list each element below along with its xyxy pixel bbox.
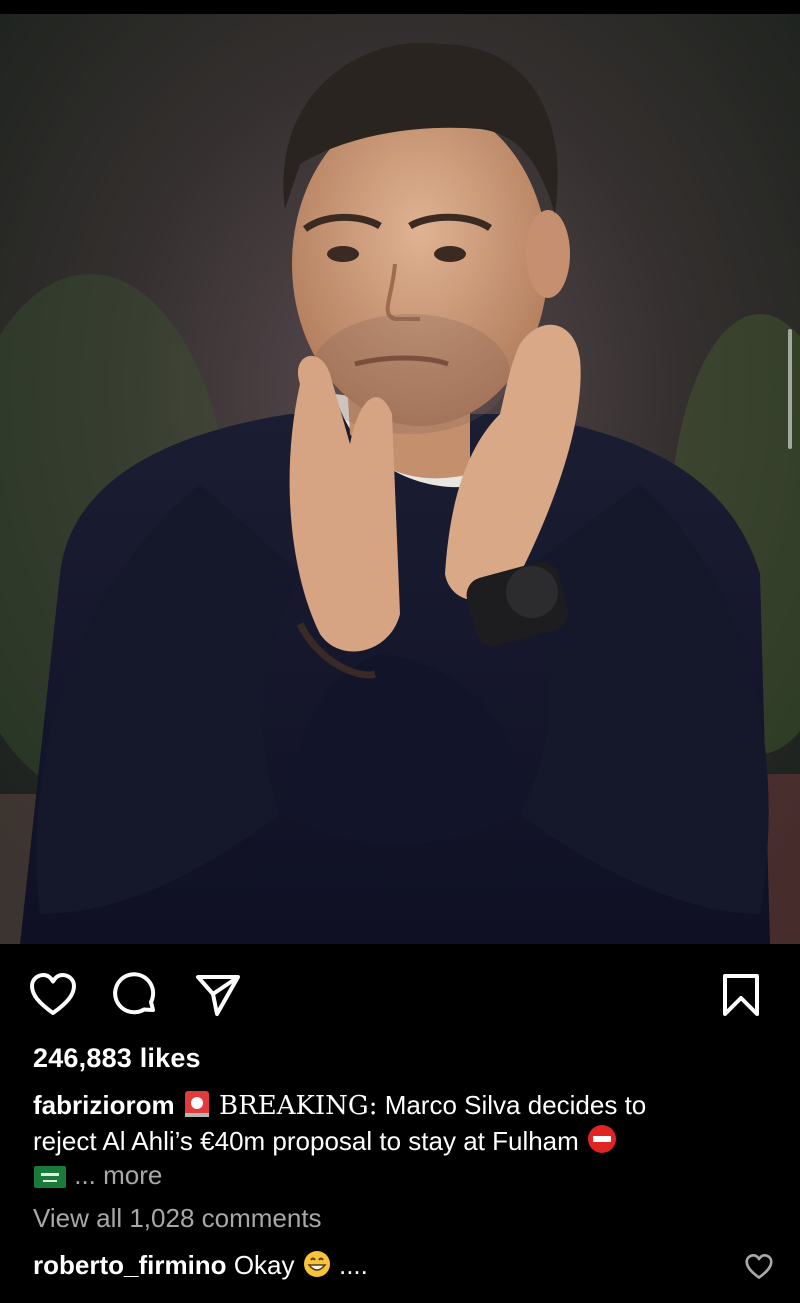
comment-heart-icon (745, 1254, 773, 1279)
next-comment-cutoff (33, 1296, 553, 1303)
post-image[interactable] (0, 14, 800, 944)
like-button[interactable] (28, 970, 78, 1020)
bookmark-icon (723, 974, 759, 1016)
post-action-bar (0, 944, 800, 1040)
heart-icon (30, 973, 76, 1015)
caption-username[interactable]: fabriziorom (33, 1090, 175, 1120)
no-entry-emoji (588, 1125, 617, 1153)
share-icon (196, 975, 240, 1016)
comment-row: roberto_firmino Okay .... (33, 1249, 368, 1281)
likes-count[interactable]: 246,883 likes (33, 1043, 201, 1074)
status-bar-edge (0, 0, 800, 14)
view-all-comments-link[interactable]: View all 1,028 comments (33, 1203, 322, 1234)
share-button[interactable] (193, 970, 243, 1020)
photo-illustration (0, 14, 800, 944)
comment-icon (113, 972, 156, 1015)
comment-suffix: .... (338, 1250, 368, 1280)
caption-text-line1: Marco Silva decides to (377, 1090, 647, 1120)
comment-username[interactable]: roberto_firmino (33, 1250, 227, 1280)
save-button[interactable] (716, 970, 766, 1020)
caption-more-link[interactable]: ... more (74, 1160, 162, 1190)
caption-breaking: BREAKING: (219, 1091, 378, 1121)
caption-text-line2: reject Al Ahli’s €40m proposal to stay a… (33, 1126, 579, 1156)
siren-emoji (184, 1091, 209, 1117)
comment-text: Okay (233, 1250, 295, 1280)
comment-like-button[interactable] (745, 1254, 773, 1285)
post-caption: fabriziorom BREAKING: Marco Silva decide… (33, 1088, 763, 1192)
saudi-flag-emoji (34, 1166, 66, 1188)
grin-emoji (303, 1251, 330, 1277)
comment-button[interactable] (110, 970, 160, 1020)
scroll-indicator[interactable] (788, 329, 792, 449)
